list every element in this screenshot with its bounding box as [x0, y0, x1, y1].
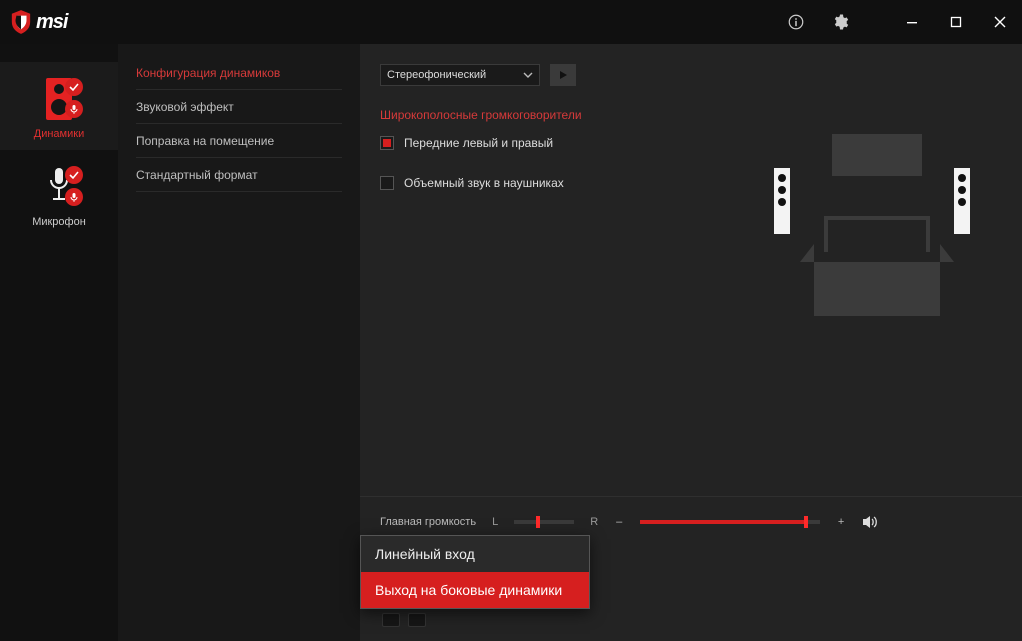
close-icon	[994, 16, 1006, 28]
info-icon	[787, 13, 805, 31]
balance-slider[interactable]	[514, 520, 574, 524]
volume-minus-label: –	[614, 516, 624, 528]
speaker-mode-select[interactable]: Стереофонический	[380, 64, 540, 86]
settings-nav: Конфигурация динамиков Звуковой эффект П…	[118, 44, 360, 641]
check-badge-icon	[65, 166, 83, 184]
nav-speaker-config[interactable]: Конфигурация динамиков	[136, 56, 342, 90]
close-button[interactable]	[978, 4, 1022, 40]
shield-icon	[10, 9, 32, 35]
main-panel: Стереофонический Широкополосные громкого…	[360, 44, 1022, 641]
desk-back-shape	[824, 216, 930, 252]
minimize-icon	[906, 16, 918, 28]
desk-shape	[814, 262, 940, 316]
front-lr-label: Передние левый и правый	[404, 136, 553, 150]
nav-room-correction[interactable]: Поправка на помещение	[136, 124, 342, 158]
front-lr-checkbox[interactable]	[380, 136, 394, 150]
volume-slider[interactable]	[640, 520, 820, 524]
device-microphone-label: Микрофон	[32, 216, 86, 228]
fullrange-section-title: Широкополосные громкоговорители	[380, 108, 1002, 122]
chevron-down-icon	[523, 70, 533, 80]
device-speakers[interactable]: Динамики	[0, 62, 118, 150]
popup-item-side-speakers[interactable]: Выход на боковые динамики	[361, 572, 589, 608]
maximize-icon	[950, 16, 962, 28]
info-button[interactable]	[774, 0, 818, 44]
popup-item-line-in[interactable]: Линейный вход	[361, 536, 589, 572]
brand-text: msi	[36, 11, 67, 34]
right-speaker-shape	[954, 168, 970, 234]
brand-logo: msi	[10, 9, 67, 35]
mute-button[interactable]	[862, 515, 878, 529]
speaker-layout-diagram	[762, 134, 982, 354]
output-popup-menu: Линейный вход Выход на боковые динамики	[360, 535, 590, 609]
balance-left-label: L	[492, 516, 498, 528]
nav-default-format[interactable]: Стандартный формат	[136, 158, 342, 192]
mic-badge-icon	[65, 188, 83, 206]
speaker-volume-icon	[862, 515, 878, 529]
monitor-shape	[832, 134, 922, 176]
play-icon	[558, 70, 568, 80]
test-play-button[interactable]	[550, 64, 576, 86]
speaker-mode-value: Стереофонический	[387, 69, 486, 81]
mic-badge-icon	[65, 100, 83, 118]
maximize-button[interactable]	[934, 4, 978, 40]
device-mini-icons	[382, 613, 426, 627]
check-badge-icon	[65, 78, 83, 96]
mini-device-icon[interactable]	[408, 613, 426, 627]
titlebar-actions	[774, 0, 1022, 44]
main-volume-label: Главная громкость	[380, 516, 476, 528]
gear-icon	[831, 13, 849, 31]
device-microphone[interactable]: Микрофон	[0, 150, 118, 238]
headphone-surround-label: Объемный звук в наушниках	[404, 176, 564, 190]
balance-right-label: R	[590, 516, 598, 528]
app-window: msi	[0, 0, 1022, 641]
volume-footer: Главная громкость L R – +	[360, 496, 1022, 641]
settings-button[interactable]	[818, 0, 862, 44]
minimize-button[interactable]	[890, 4, 934, 40]
titlebar: msi	[0, 0, 1022, 44]
device-sidebar: Динамики Микрофон	[0, 44, 118, 641]
left-speaker-shape	[774, 168, 790, 234]
nav-sound-effect[interactable]: Звуковой эффект	[136, 90, 342, 124]
volume-plus-label: +	[836, 516, 846, 528]
headphone-surround-checkbox[interactable]	[380, 176, 394, 190]
device-speakers-label: Динамики	[34, 128, 84, 140]
mini-device-icon[interactable]	[382, 613, 400, 627]
